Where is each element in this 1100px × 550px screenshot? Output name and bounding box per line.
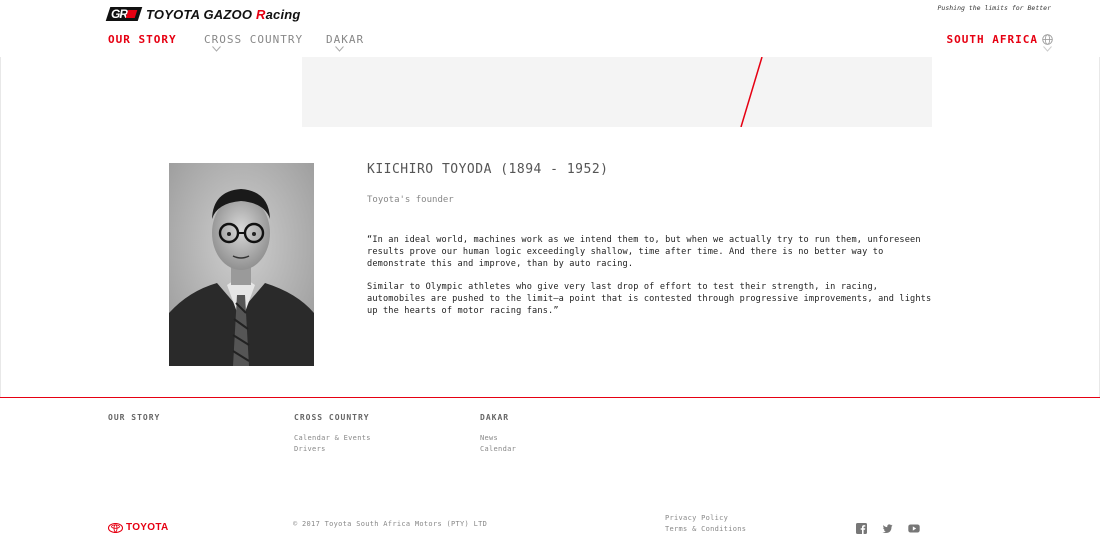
footer-link-dakar[interactable]: DAKAR bbox=[480, 413, 509, 422]
nav-cross-country[interactable]: CROSS COUNTRY bbox=[204, 33, 303, 46]
chevron-down-icon[interactable] bbox=[335, 46, 344, 54]
bio-name: KIICHIRO TOYODA (1894 - 1952) bbox=[367, 162, 609, 177]
footer-link-news[interactable]: News bbox=[480, 434, 498, 442]
bio-role: Toyota's founder bbox=[367, 195, 454, 205]
terms-conditions-link[interactable]: Terms & Conditions bbox=[665, 525, 746, 533]
toyota-logo[interactable]: TOYOTA bbox=[107, 518, 169, 537]
tagline: Pushing the limits for Better bbox=[937, 4, 1052, 12]
gr-logo-mark: GR bbox=[105, 7, 143, 21]
founder-bio: KIICHIRO TOYODA (1894 - 1952) Toyota's f… bbox=[367, 162, 937, 317]
quote-paragraph: Similar to Olympic athletes who give ver… bbox=[367, 282, 932, 316]
footer-link-cross-country[interactable]: CROSS COUNTRY bbox=[294, 413, 370, 422]
founder-portrait bbox=[169, 163, 314, 366]
footer-link-calendar-events[interactable]: Calendar & Events bbox=[294, 434, 371, 442]
globe-icon bbox=[1042, 34, 1053, 45]
frame-border bbox=[0, 57, 1, 397]
nav-dakar[interactable]: DAKAR bbox=[326, 33, 364, 46]
footer-divider bbox=[0, 397, 1100, 398]
toyota-wordmark: TOYOTA bbox=[126, 522, 169, 533]
chevron-down-icon[interactable] bbox=[212, 46, 221, 54]
footer-link-our-story[interactable]: OUR STORY bbox=[108, 413, 160, 422]
site-header: GR TOYOTA GAZOO Racing Pushing the limit… bbox=[0, 0, 1100, 57]
region-label: SOUTH AFRICA bbox=[946, 33, 1038, 46]
facebook-icon[interactable] bbox=[856, 519, 867, 534]
footer-link-calendar[interactable]: Calendar bbox=[480, 445, 516, 453]
youtube-icon[interactable] bbox=[908, 519, 920, 533]
privacy-policy-link[interactable]: Privacy Policy bbox=[665, 514, 728, 522]
gazoo-racing-logo[interactable]: GR TOYOTA GAZOO Racing bbox=[105, 6, 301, 22]
hero-banner bbox=[302, 57, 932, 127]
bio-quote: “In an ideal world, machines work as we … bbox=[367, 234, 937, 317]
twitter-icon[interactable] bbox=[882, 519, 893, 533]
copyright: © 2017 Toyota South Africa Motors (PTY) … bbox=[293, 520, 488, 528]
region-selector[interactable]: SOUTH AFRICA bbox=[947, 33, 1053, 46]
quote-paragraph: “In an ideal world, machines work as we … bbox=[367, 235, 921, 269]
footer-link-drivers[interactable]: Drivers bbox=[294, 445, 326, 453]
toyota-emblem-icon bbox=[107, 518, 124, 537]
nav-our-story[interactable]: OUR STORY bbox=[108, 33, 177, 46]
chevron-down-icon[interactable] bbox=[1043, 46, 1052, 54]
brand-wordmark: TOYOTA GAZOO Racing bbox=[146, 6, 301, 22]
